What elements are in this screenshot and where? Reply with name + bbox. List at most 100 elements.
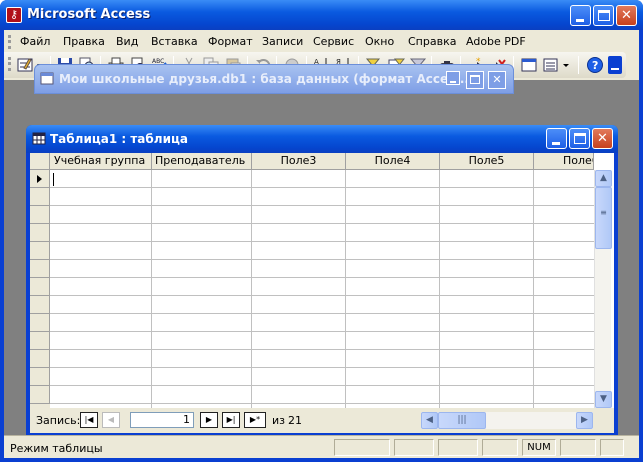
horizontal-scrollbar[interactable]: ◀ ||| ▶ xyxy=(421,412,593,429)
menubar-grip[interactable] xyxy=(8,35,11,49)
table-row[interactable] xyxy=(50,403,594,404)
column-gridline xyxy=(251,170,252,408)
database-window-title: Мои школьные друзья.db1 : база данных (ф… xyxy=(59,72,469,86)
row-selector[interactable] xyxy=(30,242,50,260)
db-close-button[interactable]: ✕ xyxy=(488,71,506,89)
db-minimize-button[interactable] xyxy=(446,71,460,85)
column-gridline xyxy=(439,170,440,408)
table-window: Таблица1 : таблица ✕ Учебная группа Преп… xyxy=(26,125,618,437)
row-selector[interactable] xyxy=(30,386,50,404)
maximize-button[interactable] xyxy=(593,5,614,26)
table-row[interactable] xyxy=(50,241,594,242)
column-header[interactable]: Поле6 xyxy=(534,153,594,170)
row-selector[interactable] xyxy=(30,224,50,242)
maximize-icon xyxy=(598,10,610,21)
column-gridline xyxy=(151,170,152,408)
resize-grip[interactable] xyxy=(600,439,624,456)
row-selector[interactable] xyxy=(30,296,50,314)
access-key-icon[interactable]: ⚷ xyxy=(6,7,22,23)
current-record-input[interactable]: 1 xyxy=(130,412,194,428)
table-row[interactable] xyxy=(50,187,594,188)
minimize-button[interactable] xyxy=(570,5,591,26)
table-row[interactable] xyxy=(50,259,594,260)
title-bar[interactable]: ⚷ Microsoft Access ✕ xyxy=(0,0,643,30)
menu-help[interactable]: Справка xyxy=(408,35,456,48)
maximize-icon xyxy=(574,133,586,144)
row-selector[interactable] xyxy=(30,278,50,296)
vertical-scrollbar[interactable]: ▲ ≡ ▼ xyxy=(594,170,612,408)
db-maximize-button[interactable] xyxy=(466,71,484,89)
table-row[interactable] xyxy=(50,385,594,386)
chevron-down-icon xyxy=(611,68,619,70)
scroll-up-button[interactable]: ▲ xyxy=(595,170,612,187)
first-record-button[interactable]: |◀ xyxy=(80,412,98,428)
column-gridline xyxy=(533,170,534,408)
row-selector[interactable] xyxy=(30,350,50,368)
prev-record-button[interactable]: ◀ xyxy=(102,412,120,428)
separator xyxy=(578,56,579,74)
toolbar-options-chevron[interactable] xyxy=(608,56,622,74)
scroll-thumb[interactable]: ≡ xyxy=(595,187,612,249)
table-row[interactable] xyxy=(50,367,594,368)
menu-adobe-pdf[interactable]: Adobe PDF xyxy=(466,35,526,48)
current-record-icon xyxy=(37,175,42,183)
table-row[interactable] xyxy=(50,331,594,332)
table-icon xyxy=(32,132,46,145)
menu-file[interactable]: Файл xyxy=(20,35,50,48)
column-header[interactable]: Поле4 xyxy=(346,153,440,170)
scroll-right-button[interactable]: ▶ xyxy=(576,412,593,429)
menu-bar: Файл Правка Вид Вставка Формат Записи Се… xyxy=(4,30,639,52)
menu-records[interactable]: Записи xyxy=(262,35,303,48)
row-selector[interactable] xyxy=(30,332,50,350)
row-selector[interactable] xyxy=(30,260,50,278)
table-close-button[interactable]: ✕ xyxy=(592,128,613,149)
new-object-icon[interactable] xyxy=(542,56,572,74)
select-all-corner[interactable] xyxy=(30,153,50,170)
table-row[interactable] xyxy=(50,295,594,296)
row-selector[interactable] xyxy=(30,314,50,332)
column-header[interactable]: Преподаватель xyxy=(152,153,252,170)
hscroll-thumb[interactable]: ||| xyxy=(438,412,486,429)
status-panel xyxy=(394,439,434,456)
close-button[interactable]: ✕ xyxy=(616,5,637,26)
database-window-icon xyxy=(40,72,54,85)
table-minimize-button[interactable] xyxy=(546,128,567,149)
row-selector[interactable] xyxy=(30,206,50,224)
menu-view[interactable]: Вид xyxy=(116,35,138,48)
menu-edit[interactable]: Правка xyxy=(63,35,105,48)
access-main-window: ⚷ Microsoft Access ✕ Файл Правка Вид Вст… xyxy=(0,0,643,462)
toolbar-grip[interactable] xyxy=(8,57,11,71)
window-title: Microsoft Access xyxy=(27,7,151,22)
total-records: 21 xyxy=(288,414,302,427)
last-record-button[interactable]: ▶| xyxy=(222,412,240,428)
table-row[interactable] xyxy=(50,223,594,224)
close-icon: ✕ xyxy=(597,131,608,146)
table-row[interactable] xyxy=(50,205,594,206)
table-window-titlebar[interactable]: Таблица1 : таблица ✕ xyxy=(26,125,618,153)
row-selector[interactable] xyxy=(30,170,50,188)
scroll-down-button[interactable]: ▼ xyxy=(595,391,612,408)
table-row[interactable] xyxy=(50,313,594,314)
menu-window[interactable]: Окно xyxy=(365,35,394,48)
menu-tools[interactable]: Сервис xyxy=(313,35,354,48)
minimize-icon xyxy=(576,19,584,22)
scroll-left-button[interactable]: ◀ xyxy=(421,412,438,429)
next-record-button[interactable]: ▶ xyxy=(200,412,218,428)
menu-insert[interactable]: Вставка xyxy=(151,35,198,48)
menu-format[interactable]: Формат xyxy=(208,35,253,48)
row-selector[interactable] xyxy=(30,368,50,386)
new-record-nav-button[interactable]: ▶* xyxy=(244,412,266,428)
text-cursor xyxy=(53,173,54,186)
record-navigator: Запись: |◀ ◀ 1 ▶ ▶| ▶* из 21 ◀ ||| ▶ xyxy=(30,408,614,433)
maximize-icon xyxy=(470,75,480,84)
database-window-icon[interactable] xyxy=(520,56,538,74)
column-header[interactable]: Учебная группа xyxy=(50,153,152,170)
column-header[interactable]: Поле3 xyxy=(252,153,346,170)
help-icon[interactable]: ? xyxy=(586,56,604,74)
table-row[interactable] xyxy=(50,349,594,350)
row-selector[interactable] xyxy=(30,188,50,206)
table-maximize-button[interactable] xyxy=(569,128,590,149)
table-row[interactable] xyxy=(50,277,594,278)
column-header[interactable]: Поле5 xyxy=(440,153,534,170)
database-window[interactable]: Мои школьные друзья.db1 : база данных (ф… xyxy=(34,64,514,94)
